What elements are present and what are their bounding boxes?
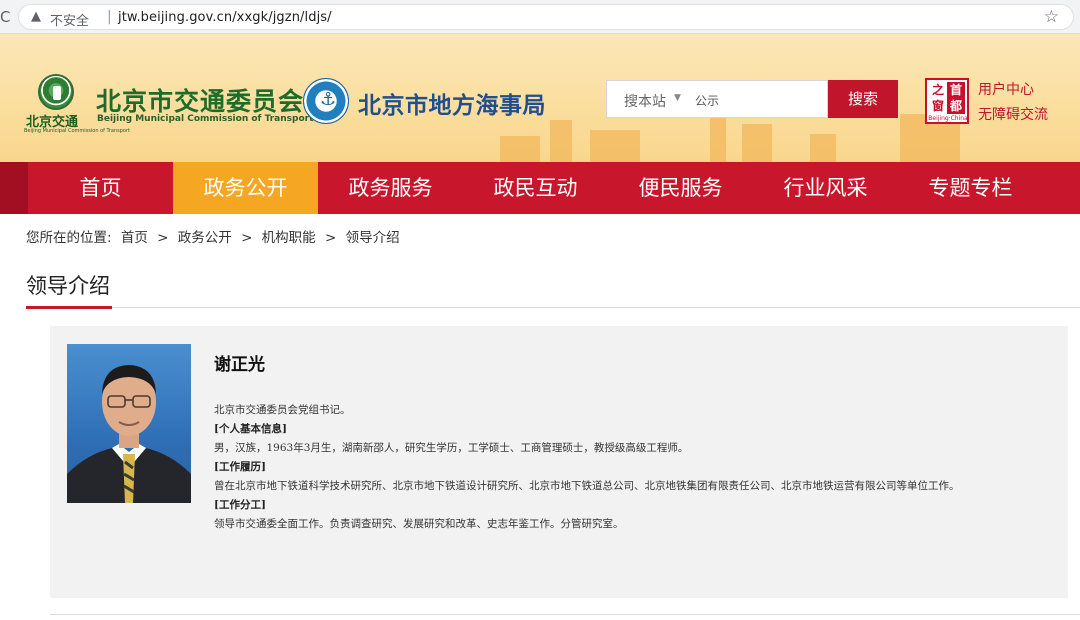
caret-down-icon[interactable]: ▼: [674, 93, 681, 103]
search-input[interactable]: [695, 90, 815, 110]
nav-item-public-interaction[interactable]: 政民互动: [463, 162, 608, 214]
section-title-underline: [26, 306, 112, 309]
page-title: 领导介绍: [26, 274, 110, 298]
breadcrumb-government-affairs[interactable]: 政务公开: [178, 230, 232, 246]
nav-edge: [0, 162, 28, 214]
breadcrumb-leaders[interactable]: 领导介绍: [346, 230, 400, 246]
main-nav: 首页 政务公开 政务服务 政民互动 便民服务 行业风采 专题专栏: [28, 162, 1080, 214]
accessibility-link[interactable]: 无障碍交流: [978, 104, 1048, 124]
org-title[interactable]: 北京市交通委员会: [96, 82, 304, 118]
breadcrumb-functions[interactable]: 机构职能: [262, 230, 316, 246]
search-box: 搜本站 ▼: [606, 80, 828, 118]
career-text: 曾在北京市地下铁道科学技术研究所、北京市地下铁道设计研究所、北京市地下铁道总公司…: [214, 480, 960, 492]
leader-photo: [67, 344, 191, 503]
maritime-bureau-title[interactable]: 北京市地方海事局: [358, 86, 546, 120]
nav-item-government-services[interactable]: 政务服务: [318, 162, 463, 214]
site-header: 北京交通 Beijing Municipal Commission of Tra…: [0, 34, 1080, 162]
seal-char: 之: [931, 83, 944, 97]
capital-window-seal[interactable]: 之 首 窗 都 Beijing·China: [925, 78, 969, 124]
warning-icon[interactable]: ▲: [31, 9, 41, 24]
leader-bio: 北京市交通委员会党组书记。 [个人基本信息] 男，汉族，1963年3月生，湖南新…: [214, 401, 1054, 534]
nav-item-citizen-services[interactable]: 便民服务: [608, 162, 753, 214]
seal-caption: Beijing·China: [928, 115, 968, 122]
security-label[interactable]: 不安全: [50, 10, 89, 29]
browser-toolbar: C ▲ 不安全 | jtw.beijing.gov.cn/xxgk/jgzn/l…: [0, 0, 1080, 34]
duties-label: [工作分工]: [214, 499, 266, 511]
seal-char: 都: [947, 98, 965, 114]
url-text[interactable]: jtw.beijing.gov.cn/xxgk/jgzn/ldjs/: [118, 10, 332, 25]
bookmark-star-icon[interactable]: ☆: [1044, 7, 1059, 27]
breadcrumb-separator: >: [157, 230, 169, 246]
nav-item-special-topics[interactable]: 专题专栏: [898, 162, 1043, 214]
breadcrumb: 您所在的位置: 首页 > 政务公开 > 机构职能 > 领导介绍: [26, 226, 405, 246]
search-scope-dropdown[interactable]: 搜本站: [624, 91, 666, 111]
seal-char: 窗: [931, 99, 944, 113]
duties-text: 领导市交通委全面工作。负责调查研究、发展研究和改革、史志年鉴工作。分管研究室。: [214, 518, 624, 530]
search-button[interactable]: 搜索: [828, 80, 898, 118]
breadcrumb-separator: >: [241, 230, 253, 246]
breadcrumb-prefix: 您所在的位置:: [26, 230, 112, 246]
url-separator: |: [107, 9, 112, 25]
transport-commission-emblem[interactable]: [38, 74, 74, 110]
maritime-bureau-emblem[interactable]: ⚓: [303, 78, 349, 124]
address-bar[interactable]: ▲ 不安全 | jtw.beijing.gov.cn/xxgk/jgzn/ldj…: [18, 4, 1074, 30]
section-divider: [26, 307, 1080, 308]
seal-char: 首: [947, 82, 965, 98]
emblem-tiny-english: Beijing Municipal Commission of Transpor…: [24, 128, 130, 134]
basic-info-label: [个人基本信息]: [214, 423, 287, 435]
reload-icon[interactable]: C: [0, 7, 14, 27]
breadcrumb-separator: >: [324, 230, 337, 246]
leader-card: 谢正光 北京市交通委员会党组书记。 [个人基本信息] 男，汉族，1963年3月生…: [50, 326, 1068, 598]
breadcrumb-home[interactable]: 首页: [121, 230, 148, 246]
basic-info-text: 男，汉族，1963年3月生，湖南新邵人，研究生学历，工学硕士、工商管理硕士，教授…: [214, 442, 689, 454]
career-label: [工作履历]: [214, 461, 266, 473]
nav-item-home[interactable]: 首页: [28, 162, 173, 214]
leader-position: 北京市交通委员会党组书记。: [214, 404, 351, 416]
anchor-icon: ⚓: [320, 89, 337, 110]
user-center-link[interactable]: 用户中心: [978, 79, 1034, 99]
leader-name: 谢正光: [214, 355, 265, 375]
org-english-name: Beijing Municipal Commission of Transpor…: [97, 114, 314, 124]
bottom-divider: [50, 614, 1080, 615]
nav-item-government-affairs[interactable]: 政务公开: [173, 162, 318, 214]
nav-item-industry-showcase[interactable]: 行业风采: [753, 162, 898, 214]
